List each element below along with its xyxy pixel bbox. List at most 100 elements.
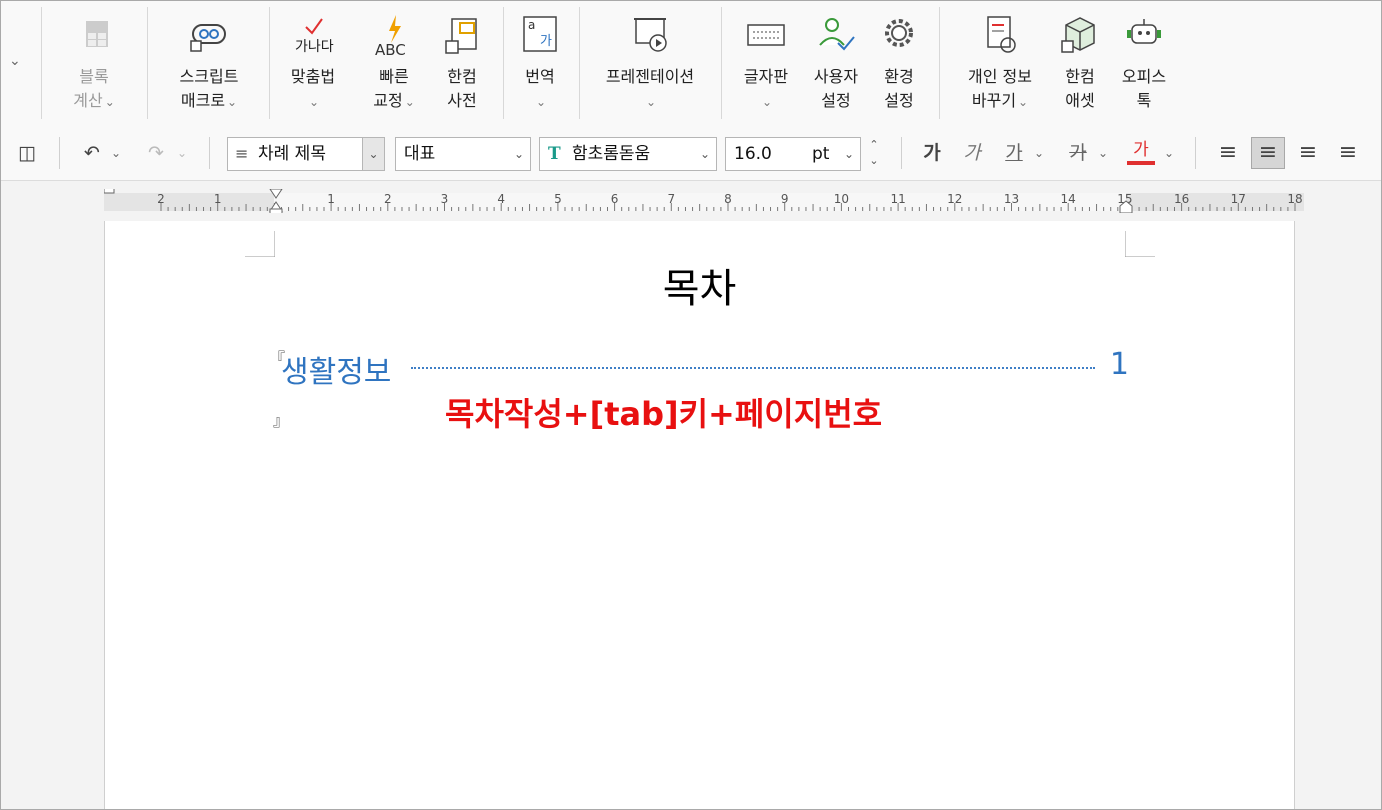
svg-text:가나다: 가나다 [295, 39, 334, 55]
ribbon-separator [939, 7, 940, 119]
spellcheck-label: 맞춤법 [290, 67, 336, 86]
underline-dropdown-icon[interactable]: ⌄ [1031, 139, 1047, 167]
privacy-replace-button[interactable]: 개인 정보 바꾸기 ⌄ [955, 1, 1045, 125]
strike-dropdown-icon[interactable]: ⌄ [1095, 139, 1111, 167]
svg-text:ABC: ABC [375, 41, 406, 57]
chevron-down-icon: ⌄ [227, 95, 238, 109]
quick-correct-button[interactable]: ABC 빠른 교정 ⌄ [361, 1, 427, 125]
privacy-label-2: 바꾸기 [971, 91, 1017, 110]
toc-entry[interactable]: 『 생활정보 1 [269, 347, 1129, 390]
user-settings-button[interactable]: 사용자 설정 [805, 1, 867, 125]
ruler-label: 2 [157, 192, 165, 206]
chevron-down-icon: ⌄ [104, 95, 115, 109]
redo-dropdown-icon[interactable]: ⌄ [173, 139, 191, 167]
ribbon-separator [503, 7, 504, 119]
svg-text:가: 가 [540, 34, 552, 49]
presentation-button[interactable]: 프레젠테이션 ⌄ [591, 1, 709, 125]
ribbon: ⌄ 블록 계산 ⌄ 스크립트 매크로 ⌄ 가나다 맞춤법 ⌄ ABC 빠른 교정 ⌄ 한컴 사전… [1, 1, 1381, 125]
undo-icon[interactable]: ↶ [79, 139, 105, 167]
translate-label: 번역 [525, 67, 555, 86]
strikethrough-button[interactable]: 가 [1065, 139, 1091, 167]
calculator-icon [86, 21, 108, 47]
chevron-down-icon[interactable]: ⌄ [838, 138, 860, 170]
toolbar-separator [59, 137, 60, 169]
env-settings-button[interactable]: 환경 설정 [871, 1, 927, 125]
ruler-label: 6 [611, 192, 619, 206]
gear-icon [885, 19, 913, 47]
bold-button[interactable]: 가 [919, 139, 945, 167]
ruler-label: 8 [724, 192, 732, 206]
align-left-icon[interactable]: ≡ [1251, 137, 1285, 169]
document-title[interactable]: 목차 [105, 256, 1294, 314]
chevron-down-icon: ⌄ [404, 95, 415, 109]
annotation-text[interactable]: 목차작성+[tab]키+페이지번호 [445, 389, 882, 435]
font-color-button[interactable]: 가 [1127, 139, 1155, 165]
robot-icon [1127, 19, 1161, 44]
page-corner-top-left [245, 231, 275, 257]
align-justify-icon[interactable]: ≡ [1211, 139, 1245, 167]
left-margin-marker[interactable] [104, 189, 115, 194]
font-select[interactable]: T 함초롬돋움 ⌄ [539, 137, 717, 171]
left-indent-marker[interactable] [269, 208, 283, 213]
ruler-label: 12 [947, 192, 962, 206]
ribbon-collapse-chevron-icon[interactable]: ⌄ [9, 53, 21, 69]
toolbar-separator [1195, 137, 1196, 169]
font-color-dropdown-icon[interactable]: ⌄ [1161, 139, 1177, 167]
underline-button[interactable]: 가 [1001, 139, 1027, 167]
ribbon-separator [721, 7, 722, 119]
office-talk-label-2: 톡 [1136, 91, 1152, 110]
horizontal-ruler[interactable]: 2 1 1 2 3 4 5 6 7 8 9 10 11 12 13 14 15 16 17 18 [104, 189, 1304, 213]
hancom-dict-button[interactable]: 한컴 사전 [435, 1, 489, 125]
svg-text:a: a [528, 18, 535, 32]
font-size-input[interactable]: 16.0 pt ⌄ [725, 137, 861, 171]
lightning-icon: ABC [375, 15, 406, 57]
font-size-value: 16.0 [734, 144, 772, 164]
quick-correct-label-2: 교정 [373, 91, 403, 110]
align-center-icon[interactable]: ≡ [1291, 139, 1325, 167]
undo-dropdown-icon[interactable]: ⌄ [107, 139, 125, 167]
font-language-select[interactable]: 대표 ⌄ [395, 137, 531, 171]
chevron-down-icon[interactable]: ⌄ [694, 138, 716, 170]
hancom-asset-button[interactable]: 한컴 애셋 [1053, 1, 1107, 125]
block-calc-button[interactable]: 블록 계산 ⌄ [59, 1, 129, 125]
hancom-asset-label-1: 한컴 [1065, 67, 1095, 86]
italic-button[interactable]: 가 [959, 139, 985, 167]
ribbon-separator [579, 7, 580, 119]
strike-glyph: 가 [1069, 142, 1087, 164]
toc-entry-text[interactable]: 생활정보 [281, 347, 391, 391]
style-select[interactable]: ≡ 차례 제목 ⌄ [227, 137, 385, 171]
chevron-down-icon: ⌄ [761, 95, 773, 109]
office-talk-button[interactable]: 오피스 톡 [1113, 1, 1175, 125]
ruler-label: 2 [384, 192, 392, 206]
spellcheck-button[interactable]: 가나다 맞춤법 ⌄ [279, 1, 347, 125]
privacy-icon [987, 16, 1016, 53]
print-layout-icon[interactable]: ◫ [13, 139, 41, 167]
asset-box-icon [1061, 17, 1095, 53]
chevron-down-icon[interactable]: ⌄ [362, 138, 384, 170]
script-macro-button[interactable]: 스크립트 매크로 ⌄ [161, 1, 257, 125]
hwp-window: ⌄ 블록 계산 ⌄ 스크립트 매크로 ⌄ 가나다 맞춤법 ⌄ ABC 빠른 교정 ⌄ 한컴 사전… [0, 0, 1382, 810]
block-calc-label-1: 블록 [79, 67, 109, 86]
document-page[interactable]: 목차 『 생활정보 1 』 목차작성+[tab]키+페이지번호 [104, 221, 1295, 809]
align-right-icon[interactable]: ≡ [1331, 139, 1365, 167]
font-language-value: 대표 [404, 144, 436, 164]
toc-page-number[interactable]: 1 [1110, 347, 1129, 382]
script-macro-label-2: 매크로 [180, 91, 226, 110]
redo-icon[interactable]: ↷ [143, 139, 169, 167]
translate-button[interactable]: a가 번역 ⌄ [511, 1, 569, 125]
chevron-down-icon[interactable]: ⌄ [508, 138, 530, 170]
ruler-label: 16 [1174, 192, 1189, 206]
format-toolbar: ◫ ↶ ⌄ ↷ ⌄ ≡ 차례 제목 ⌄ 대표 ⌄ T 함초롬돋움 ⌄ 16.0 … [1, 125, 1381, 181]
ruler-label: 13 [1004, 192, 1019, 206]
translate-icon: a가 [523, 16, 557, 52]
chevron-down-icon: ⌄ [1018, 95, 1029, 109]
ruler-label: 1 [327, 192, 335, 206]
font-value: 함초롬돋움 [572, 144, 651, 164]
font-size-stepper[interactable]: ⌃ ⌄ [863, 137, 885, 171]
ruler-label: 7 [667, 192, 675, 206]
chevron-down-icon: ⌄ [308, 95, 320, 109]
char-map-button[interactable]: 글자판 ⌄ [733, 1, 799, 125]
char-map-label: 글자판 [743, 67, 789, 86]
ruler-label: 5 [554, 192, 562, 206]
style-value: 차례 제목 [258, 144, 326, 164]
